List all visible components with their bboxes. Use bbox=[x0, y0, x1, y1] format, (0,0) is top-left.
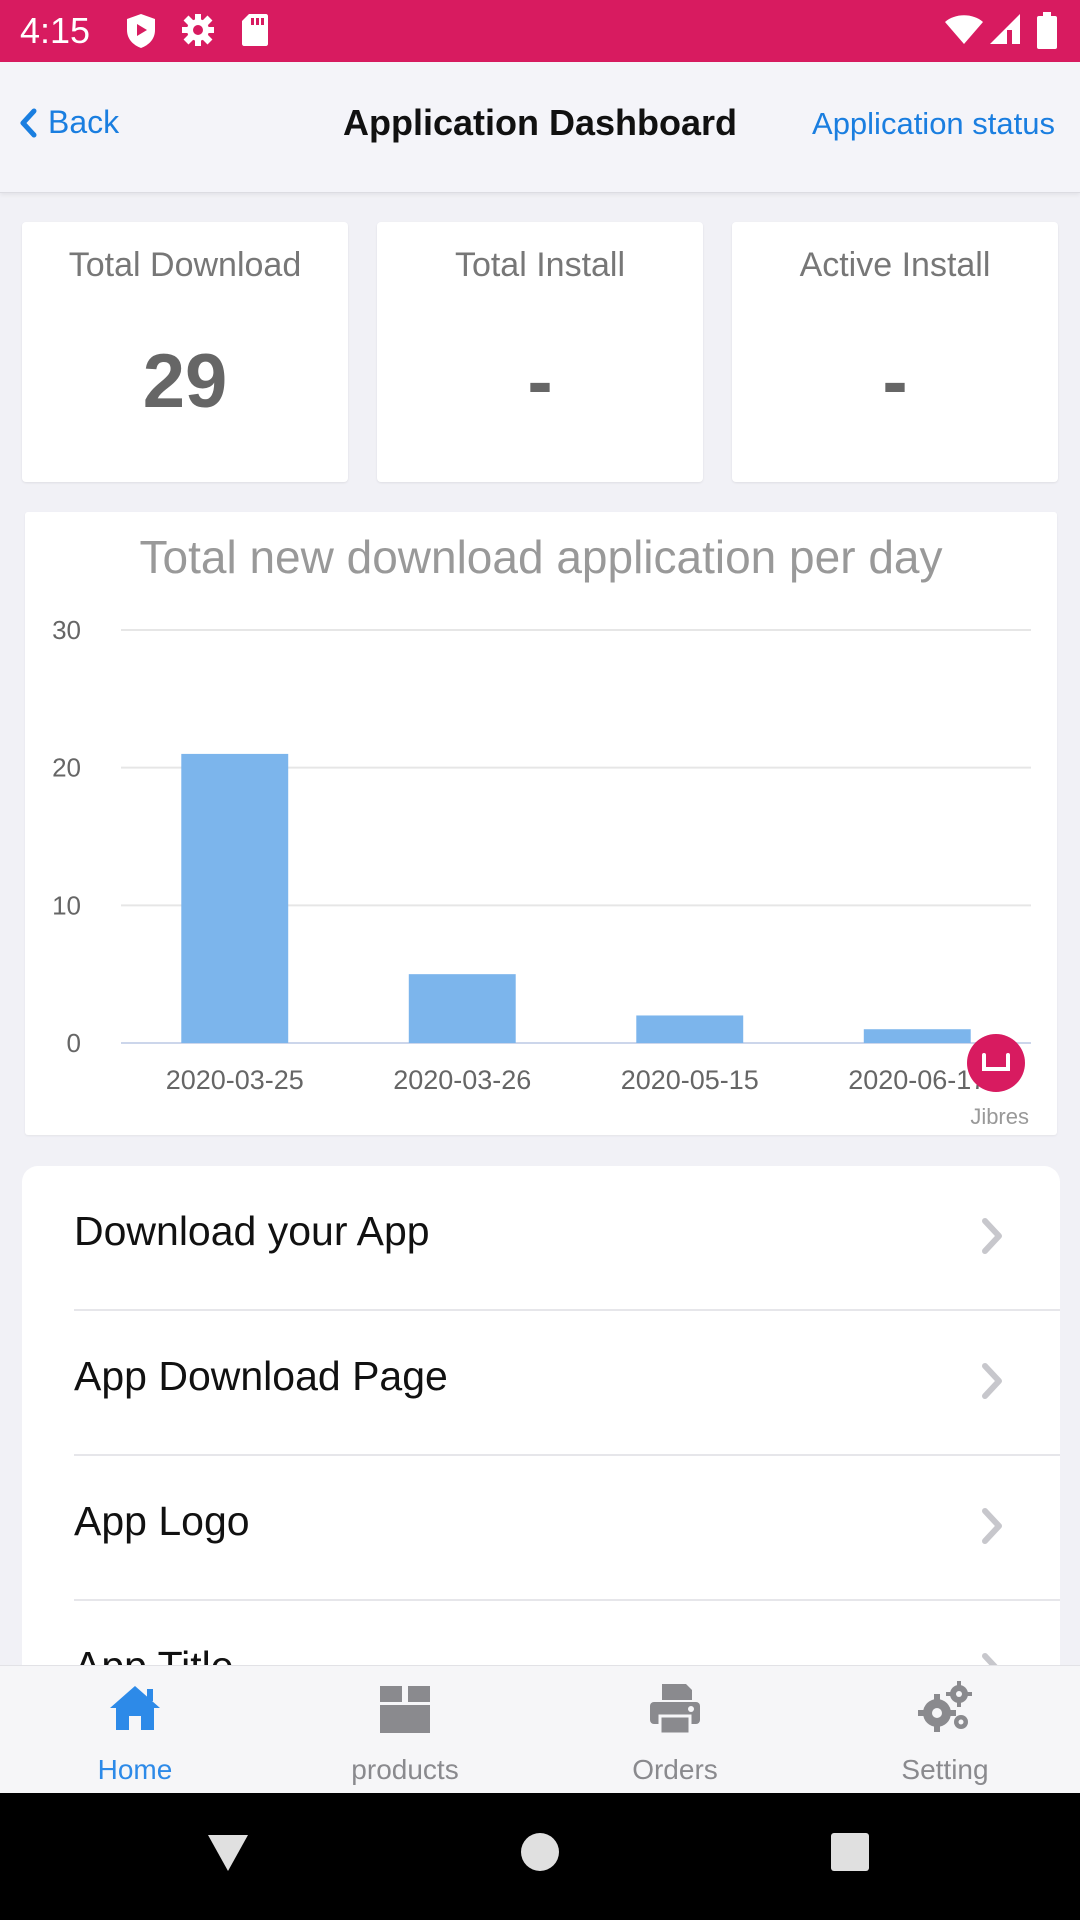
chevron-right-icon bbox=[982, 1363, 1002, 1399]
application-status-link[interactable]: Application status bbox=[812, 106, 1055, 142]
tab-label: Home bbox=[97, 1754, 173, 1785]
stat-value: - bbox=[882, 339, 908, 424]
tab-products[interactable]: products bbox=[270, 1666, 540, 1794]
home-icon bbox=[110, 1686, 160, 1730]
list-item-app-download-page[interactable]: App Download Page bbox=[74, 1311, 1060, 1456]
app-settings-list: Download your App App Download Page App … bbox=[22, 1166, 1060, 1686]
y-tick-label: 30 bbox=[52, 615, 81, 645]
x-tick-label: 2020-05-15 bbox=[621, 1065, 759, 1095]
chart-bar bbox=[408, 974, 516, 1043]
stat-card-total-download: Total Download 29 bbox=[22, 222, 348, 482]
back-button[interactable]: Back bbox=[18, 104, 119, 141]
system-navigation-bar bbox=[0, 1793, 1080, 1920]
stat-value: 29 bbox=[142, 339, 228, 424]
tab-label: Orders bbox=[632, 1754, 718, 1785]
status-bar: 4:15 bbox=[0, 0, 1080, 62]
back-triangle-icon[interactable] bbox=[205, 1831, 251, 1875]
y-tick-label: 0 bbox=[67, 1028, 81, 1058]
stat-card-active-install: Active Install - bbox=[732, 222, 1058, 482]
tab-setting[interactable]: Setting bbox=[810, 1666, 1080, 1794]
list-item-download-app[interactable]: Download your App bbox=[74, 1166, 1060, 1311]
y-tick-label: 10 bbox=[52, 890, 81, 920]
tab-label: Setting bbox=[901, 1754, 989, 1785]
navigation-bar: Back Application Dashboard Application s… bbox=[0, 62, 1080, 193]
shield-icon bbox=[124, 12, 158, 55]
chevron-right-icon bbox=[982, 1218, 1002, 1254]
chart-bar bbox=[863, 1029, 971, 1043]
x-tick-label: 2020-03-26 bbox=[393, 1065, 531, 1095]
tab-orders[interactable]: Orders bbox=[540, 1666, 810, 1794]
stat-label: Total Install bbox=[454, 246, 626, 284]
list-item-label: App Logo bbox=[74, 1498, 250, 1544]
y-tick-label: 20 bbox=[52, 753, 81, 783]
sd-card-icon bbox=[240, 12, 270, 53]
tab-label: products bbox=[351, 1754, 459, 1785]
gears-icon bbox=[918, 1681, 972, 1732]
bottom-tab-bar: Home products Orders Setting bbox=[0, 1665, 1080, 1794]
list-item-label: Download your App bbox=[74, 1208, 430, 1254]
printer-icon bbox=[650, 1684, 700, 1736]
jibres-badge-icon[interactable] bbox=[967, 1034, 1025, 1092]
box-icon bbox=[380, 1686, 430, 1733]
list-item-app-logo[interactable]: App Logo bbox=[74, 1456, 1060, 1601]
stat-label: Total Download bbox=[68, 246, 302, 284]
chevron-left-icon bbox=[20, 108, 37, 137]
downloads-chart-card: Total new download application per day 0… bbox=[25, 512, 1057, 1135]
home-circle-icon[interactable] bbox=[519, 1831, 561, 1873]
downloads-bar-chart: 0 10 20 30 2020-03-25 2020-03-26 2020-05-15 202… bbox=[52, 615, 1031, 1095]
wifi-icon bbox=[944, 12, 984, 51]
chart-bar bbox=[636, 1015, 744, 1043]
recents-square-icon[interactable] bbox=[829, 1831, 871, 1873]
list-item-label: App Download Page bbox=[74, 1353, 448, 1399]
tab-home[interactable]: Home bbox=[0, 1666, 270, 1794]
x-tick-label: 2020-06-17 bbox=[848, 1065, 986, 1095]
x-tick-label: 2020-03-25 bbox=[166, 1065, 304, 1095]
stat-value: - bbox=[527, 339, 553, 424]
chart-bar bbox=[181, 753, 289, 1043]
chart-credit: Jibres bbox=[970, 1104, 1029, 1129]
stat-label: Active Install bbox=[799, 246, 991, 284]
gear-icon bbox=[180, 12, 216, 53]
battery-icon bbox=[1036, 12, 1058, 55]
back-button-label: Back bbox=[48, 104, 120, 140]
status-time: 4:15 bbox=[20, 10, 91, 51]
chevron-right-icon bbox=[982, 1508, 1002, 1544]
stat-card-total-install: Total Install - bbox=[377, 222, 703, 482]
signal-icon bbox=[988, 12, 1022, 51]
